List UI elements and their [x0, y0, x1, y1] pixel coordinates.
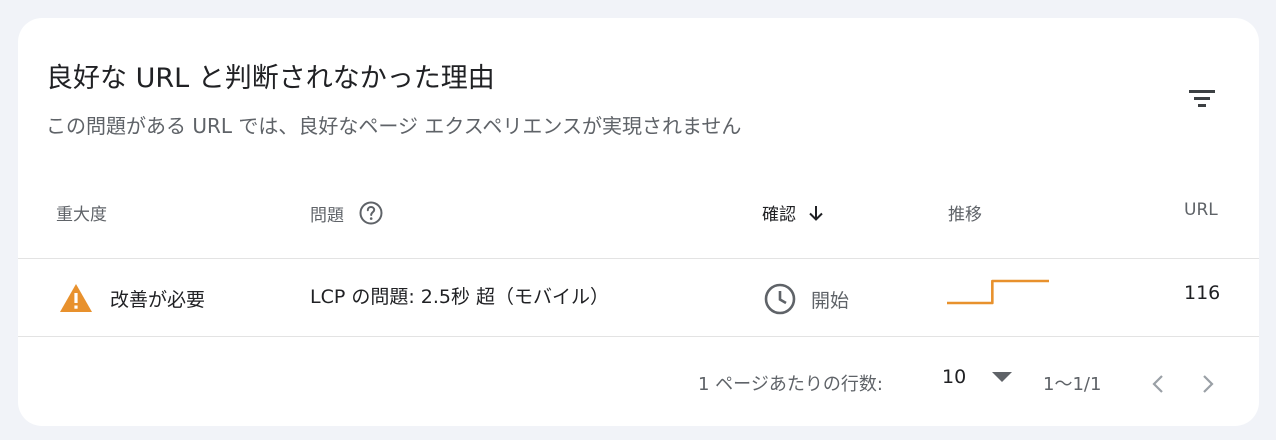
column-header-label: 推移	[948, 205, 982, 225]
warning-icon	[60, 284, 92, 312]
divider	[18, 336, 1259, 337]
rows-per-page-value: 10	[942, 366, 967, 388]
urls-cell: 116	[1184, 282, 1220, 304]
next-page-button[interactable]	[1192, 368, 1224, 400]
column-header-label: 問題	[310, 205, 344, 226]
card-title: 良好な URL と判断されなかった理由	[46, 63, 495, 94]
filter-button[interactable]	[1180, 76, 1224, 120]
issues-card: 良好な URL と判断されなかった理由 この問題がある URL では、良好なペー…	[18, 18, 1259, 426]
help-circle-icon[interactable]	[358, 200, 384, 226]
filter-icon	[1189, 90, 1215, 107]
column-header-label: 確認	[762, 205, 796, 225]
severity-cell: 改善が必要	[58, 282, 205, 314]
column-header-trend[interactable]: 推移	[948, 200, 982, 225]
trend-cell	[946, 277, 1050, 309]
column-header-label: 重大度	[56, 205, 107, 225]
issue-cell: LCP の問題: 2.5秒 超（モバイル）	[310, 282, 609, 309]
rows-per-page-select[interactable]: 10	[942, 366, 1013, 388]
chevron-right-icon	[1203, 375, 1214, 393]
pagination-range: 1〜1/1	[1043, 374, 1102, 395]
column-header-validation[interactable]: 確認	[762, 200, 826, 225]
column-header-urls[interactable]: URL	[1184, 200, 1218, 220]
column-header-label: URL	[1184, 200, 1218, 220]
caret-down-icon	[992, 371, 1013, 383]
column-header-severity[interactable]: 重大度	[56, 200, 107, 225]
rows-per-page-label: 1 ページあたりの行数:	[698, 374, 883, 395]
arrow-down-icon	[806, 203, 826, 223]
chevron-left-icon	[1152, 375, 1163, 393]
trend-line	[947, 279, 1049, 305]
validation-cell: 開始	[763, 282, 849, 316]
card-subtitle: この問題がある URL では、良好なページ エクスペリエンスが実現されません	[46, 114, 742, 138]
issue-label: LCP の問題: 2.5秒 超（モバイル）	[310, 286, 610, 308]
previous-page-button[interactable]	[1142, 368, 1174, 400]
url-count: 116	[1184, 282, 1221, 304]
trend-sparkline	[947, 279, 1049, 305]
clock-icon	[764, 283, 796, 315]
severity-label: 改善が必要	[110, 288, 206, 311]
validation-label: 開始	[811, 289, 850, 312]
column-header-issue[interactable]: 問題	[310, 200, 384, 226]
